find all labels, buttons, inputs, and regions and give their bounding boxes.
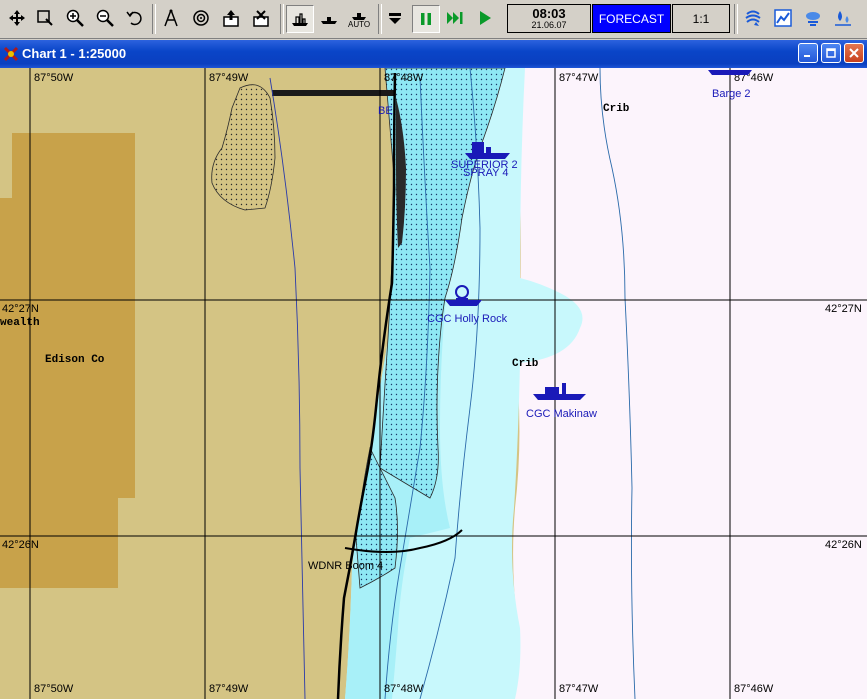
wdnr-boom-label: WDNR Boom 4 — [308, 560, 383, 572]
water-icon[interactable] — [830, 5, 856, 31]
clock-time: 08:03 — [532, 5, 566, 21]
main-toolbar: AUTO 08:03 21.06.07 FORECAST 1:1 — [0, 0, 867, 39]
lat-label-left: 42°26N — [2, 539, 39, 551]
time-scale-button[interactable]: 1:1 — [672, 4, 730, 33]
minimize-icon — [804, 55, 810, 57]
close-icon — [849, 48, 859, 58]
lon-label-top: 87°47W — [559, 72, 599, 84]
pause-icon[interactable] — [412, 5, 440, 33]
lat-label-right: 42°27N — [825, 303, 862, 315]
place-label: Edison Co — [45, 354, 105, 366]
ship-mode-icon[interactable] — [286, 5, 314, 33]
target-icon[interactable] — [188, 5, 214, 31]
lat-label-right: 42°26N — [825, 539, 862, 551]
maximize-button[interactable] — [821, 43, 841, 63]
move-icon[interactable] — [4, 5, 30, 31]
weather-icon[interactable] — [740, 5, 766, 31]
vessel-label: CGC Holly Rock — [427, 313, 508, 325]
place-label: wealth — [0, 317, 40, 329]
toolbar-separator — [152, 4, 156, 34]
chart-icon[interactable] — [770, 5, 796, 31]
lon-label-top: 87°48W — [384, 72, 424, 84]
vessel-label: SPRAY 4 — [463, 167, 508, 179]
play-icon[interactable] — [472, 5, 498, 31]
chart-window: Chart 1 - 1:25000 87°50W 87°49W 87°48W 8… — [0, 40, 867, 699]
vessel-label: Barge 2 — [712, 88, 751, 100]
maximize-icon — [826, 48, 836, 58]
simulation-clock: 08:03 21.06.07 — [507, 4, 591, 33]
pier — [272, 90, 394, 96]
lat-label-left: 42°27N — [2, 303, 39, 315]
cloud-icon[interactable] — [800, 5, 826, 31]
lon-label-top: 87°50W — [34, 72, 74, 84]
zoom-in-icon[interactable] — [62, 5, 88, 31]
clock-date: 21.06.07 — [531, 19, 567, 30]
chart-window-icon — [3, 46, 19, 62]
select-icon[interactable] — [32, 5, 58, 31]
vessel-spray-4[interactable]: SPRAY 4 — [463, 167, 508, 179]
lon-label-bottom: 87°48W — [384, 683, 424, 695]
stop-icon[interactable] — [382, 5, 408, 31]
nautical-chart[interactable]: 87°50W 87°49W 87°48W 87°47W 87°46W 87°50… — [0, 68, 867, 699]
vessel-label-partial: BE — [378, 105, 393, 117]
window-titlebar[interactable]: Chart 1 - 1:25000 — [0, 40, 867, 68]
lon-label-bottom: 87°50W — [34, 683, 74, 695]
compass-icon[interactable] — [158, 5, 184, 31]
undo-icon[interactable] — [122, 5, 148, 31]
place-label: Crib — [603, 103, 630, 115]
fast-forward-icon[interactable] — [442, 5, 468, 31]
place-label: Crib — [512, 358, 539, 370]
ship-small-icon[interactable] — [316, 5, 342, 31]
forecast-button[interactable]: FORECAST — [592, 4, 671, 33]
minimize-button[interactable] — [798, 43, 818, 63]
close-button[interactable] — [844, 43, 864, 63]
toolbar-separator — [734, 4, 738, 34]
import-icon[interactable] — [248, 5, 274, 31]
lon-label-bottom: 87°49W — [209, 683, 249, 695]
toolbar-separator — [280, 4, 284, 34]
zoom-out-icon[interactable] — [92, 5, 118, 31]
export-icon[interactable] — [218, 5, 244, 31]
lon-label-top: 87°49W — [209, 72, 249, 84]
vessel-label: CGC Makinaw — [526, 408, 597, 420]
auto-label: AUTO — [348, 20, 371, 29]
window-title: Chart 1 - 1:25000 — [22, 46, 127, 61]
lon-label-bottom: 87°47W — [559, 683, 599, 695]
lon-label-bottom: 87°46W — [734, 683, 774, 695]
